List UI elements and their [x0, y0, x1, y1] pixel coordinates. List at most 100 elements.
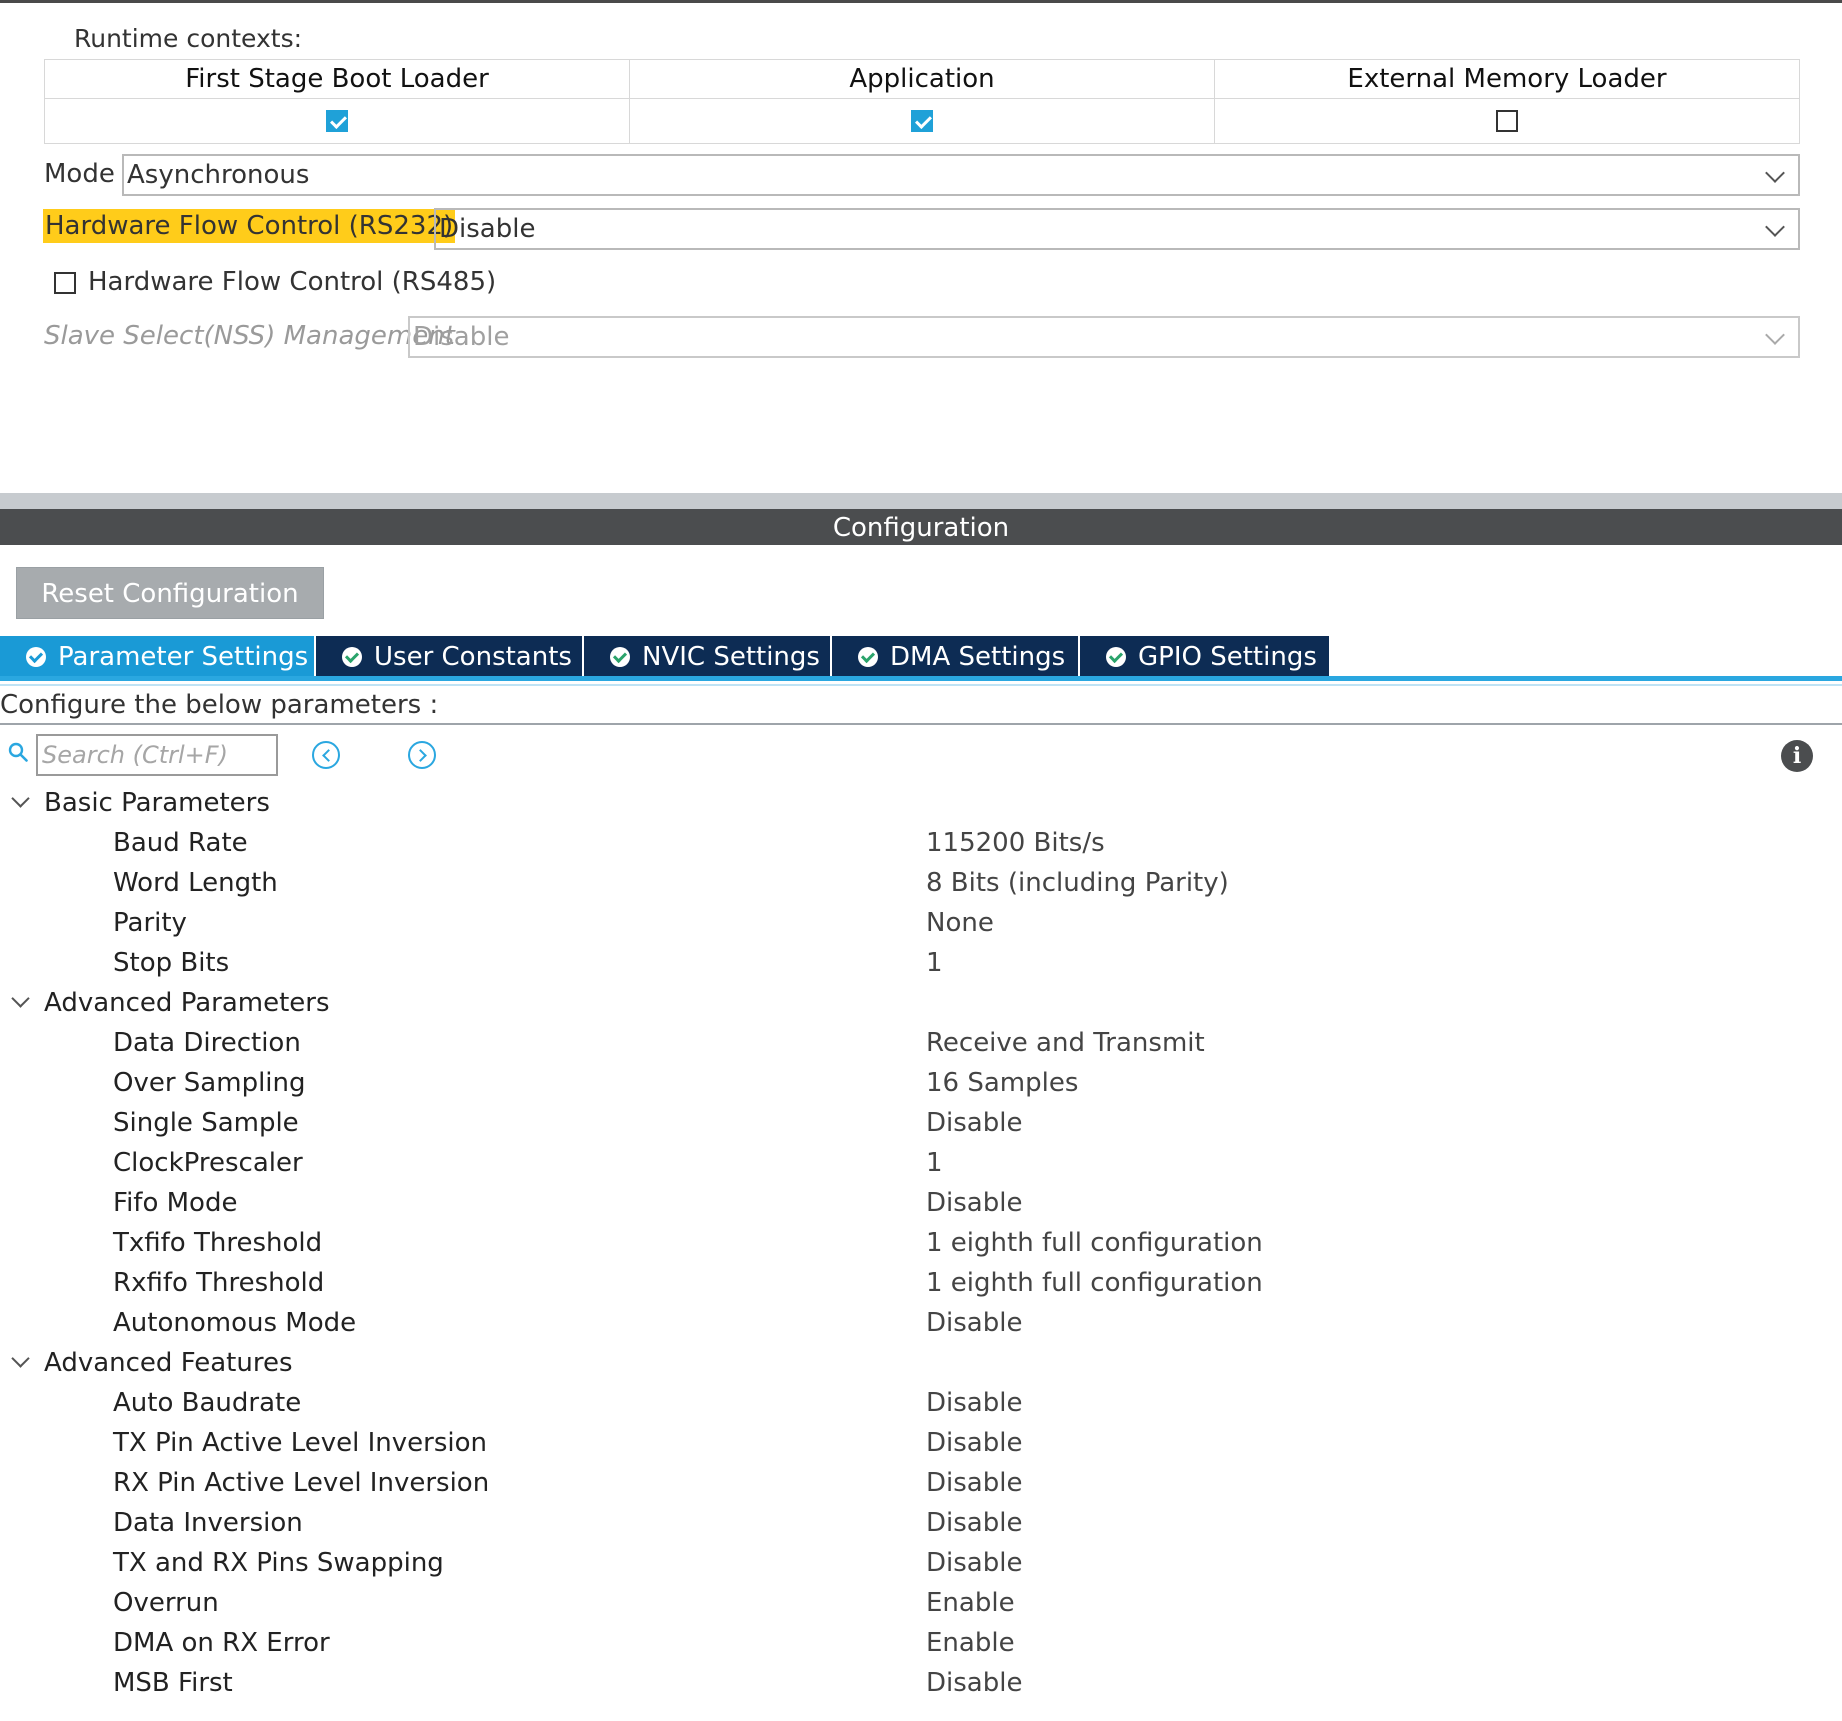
- param-value[interactable]: Receive and Transmit: [926, 1028, 1205, 1058]
- param-value[interactable]: Disable: [926, 1428, 1022, 1458]
- param-row[interactable]: TX Pin Active Level Inversion Disable: [0, 1424, 1842, 1464]
- hw-flow-rs485-label: Hardware Flow Control (RS485): [88, 267, 497, 297]
- mode-select[interactable]: Asynchronous: [122, 154, 1800, 196]
- param-value[interactable]: Disable: [926, 1188, 1022, 1218]
- param-group-label: Advanced Features: [44, 1348, 293, 1378]
- param-value[interactable]: Disable: [926, 1468, 1022, 1498]
- search-input[interactable]: Search (Ctrl+F): [36, 734, 278, 776]
- param-row[interactable]: Data Direction Receive and Transmit: [0, 1024, 1842, 1064]
- param-value[interactable]: Disable: [926, 1308, 1022, 1338]
- param-name: Auto Baudrate: [113, 1388, 302, 1418]
- param-row[interactable]: Data Inversion Disable: [0, 1504, 1842, 1544]
- param-name: RX Pin Active Level Inversion: [113, 1468, 490, 1498]
- param-name: Over Sampling: [113, 1068, 306, 1098]
- param-value[interactable]: 1 eighth full configuration: [926, 1268, 1263, 1298]
- param-value[interactable]: None: [926, 908, 994, 938]
- runtime-col-header: External Memory Loader: [1214, 59, 1800, 99]
- param-row[interactable]: ClockPrescaler 1: [0, 1144, 1842, 1184]
- param-name: Word Length: [113, 868, 278, 898]
- param-row[interactable]: DMA on RX Error Enable: [0, 1624, 1842, 1664]
- chevron-down-icon: [1765, 217, 1785, 237]
- external-memory-loader-checkbox[interactable]: [1496, 110, 1518, 132]
- param-group-row[interactable]: Basic Parameters: [0, 784, 1842, 824]
- check-circle-icon: [858, 647, 878, 667]
- chevron-right-icon[interactable]: [408, 741, 436, 769]
- chevron-left-icon[interactable]: [312, 741, 340, 769]
- param-row[interactable]: Auto Baudrate Disable: [0, 1384, 1842, 1424]
- tab-gpio-settings[interactable]: GPIO Settings: [1080, 636, 1331, 678]
- param-value[interactable]: 1 eighth full configuration: [926, 1228, 1263, 1258]
- reset-configuration-button[interactable]: Reset Configuration: [16, 567, 324, 619]
- configuration-header: Configuration: [0, 509, 1842, 545]
- param-group-row[interactable]: Advanced Parameters: [0, 984, 1842, 1024]
- panel-splitter[interactable]: [0, 493, 1842, 509]
- param-name: Overrun: [113, 1588, 219, 1618]
- param-row[interactable]: Fifo Mode Disable: [0, 1184, 1842, 1224]
- param-name: TX and RX Pins Swapping: [113, 1548, 444, 1578]
- hw-flow-rs232-select[interactable]: Disable: [434, 208, 1800, 250]
- runtime-col-header: Application: [629, 59, 1215, 99]
- tab-user-constants[interactable]: User Constants: [316, 636, 584, 678]
- param-name: Data Inversion: [113, 1508, 303, 1538]
- param-name: TX Pin Active Level Inversion: [113, 1428, 487, 1458]
- param-name: DMA on RX Error: [113, 1628, 330, 1658]
- param-row[interactable]: RX Pin Active Level Inversion Disable: [0, 1464, 1842, 1504]
- param-value[interactable]: 115200 Bits/s: [926, 828, 1105, 858]
- param-value[interactable]: 16 Samples: [926, 1068, 1078, 1098]
- param-name: Rxfifo Threshold: [113, 1268, 325, 1298]
- param-row[interactable]: TX and RX Pins Swapping Disable: [0, 1544, 1842, 1584]
- chevron-down-icon[interactable]: [11, 989, 30, 1008]
- param-row[interactable]: Word Length 8 Bits (including Parity): [0, 864, 1842, 904]
- tab-label: GPIO Settings: [1138, 642, 1317, 672]
- tab-underline: [0, 676, 1842, 681]
- configure-parameters-label: Configure the below parameters :: [0, 690, 439, 720]
- param-group-row[interactable]: Advanced Features: [0, 1344, 1842, 1384]
- param-row[interactable]: MSB First Disable: [0, 1664, 1842, 1704]
- param-name: Fifo Mode: [113, 1188, 238, 1218]
- param-value[interactable]: Enable: [926, 1588, 1015, 1618]
- param-value[interactable]: Disable: [926, 1108, 1022, 1138]
- param-name: Single Sample: [113, 1108, 299, 1138]
- tab-parameter-settings[interactable]: Parameter Settings: [0, 636, 316, 678]
- tab-dma-settings[interactable]: DMA Settings: [832, 636, 1080, 678]
- mode-value: Asynchronous: [127, 160, 310, 190]
- first-stage-boot-loader-checkbox[interactable]: [326, 110, 348, 132]
- param-value[interactable]: 8 Bits (including Parity): [926, 868, 1229, 898]
- param-row[interactable]: Txfifo Threshold 1 eighth full configurat…: [0, 1224, 1842, 1264]
- param-value[interactable]: Disable: [926, 1388, 1022, 1418]
- chevron-down-icon[interactable]: [11, 789, 30, 808]
- hw-flow-rs232-label: Hardware Flow Control (RS232): [43, 209, 456, 243]
- hw-flow-rs232-value: Disable: [439, 214, 536, 244]
- param-name: Stop Bits: [113, 948, 230, 978]
- info-icon[interactable]: i: [1781, 740, 1813, 772]
- param-row[interactable]: Autonomous Mode Disable: [0, 1304, 1842, 1344]
- chevron-down-icon: [1765, 163, 1785, 183]
- param-value[interactable]: 1: [926, 1148, 943, 1178]
- check-circle-icon: [610, 647, 630, 667]
- param-row[interactable]: Single Sample Disable: [0, 1104, 1842, 1144]
- param-name: Autonomous Mode: [113, 1308, 357, 1338]
- param-row[interactable]: Baud Rate 115200 Bits/s: [0, 824, 1842, 864]
- settings-tabs: Parameter Settings User Constants NVIC S…: [0, 636, 1331, 678]
- param-row[interactable]: Stop Bits 1: [0, 944, 1842, 984]
- param-value[interactable]: Disable: [926, 1668, 1022, 1698]
- chevron-down-icon: [1765, 325, 1785, 345]
- runtime-col-header: First Stage Boot Loader: [44, 59, 630, 99]
- param-row[interactable]: Overrun Enable: [0, 1584, 1842, 1624]
- param-group-label: Advanced Parameters: [44, 988, 330, 1018]
- nss-value: Disable: [413, 322, 510, 352]
- param-row[interactable]: Over Sampling 16 Samples: [0, 1064, 1842, 1104]
- param-group-label: Basic Parameters: [44, 788, 270, 818]
- param-row[interactable]: Rxfifo Threshold 1 eighth full configurat…: [0, 1264, 1842, 1304]
- application-checkbox[interactable]: [911, 110, 933, 132]
- param-value[interactable]: Disable: [926, 1508, 1022, 1538]
- chevron-down-icon[interactable]: [11, 1349, 30, 1368]
- parameter-tree: Basic Parameters Baud Rate 115200 Bits/s Wo…: [0, 784, 1842, 1704]
- param-row[interactable]: Parity None: [0, 904, 1842, 944]
- tab-nvic-settings[interactable]: NVIC Settings: [584, 636, 832, 678]
- tab-label: DMA Settings: [890, 642, 1066, 672]
- param-value[interactable]: 1: [926, 948, 943, 978]
- param-value[interactable]: Disable: [926, 1548, 1022, 1578]
- hw-flow-rs485-checkbox[interactable]: [54, 272, 76, 294]
- param-value[interactable]: Enable: [926, 1628, 1015, 1658]
